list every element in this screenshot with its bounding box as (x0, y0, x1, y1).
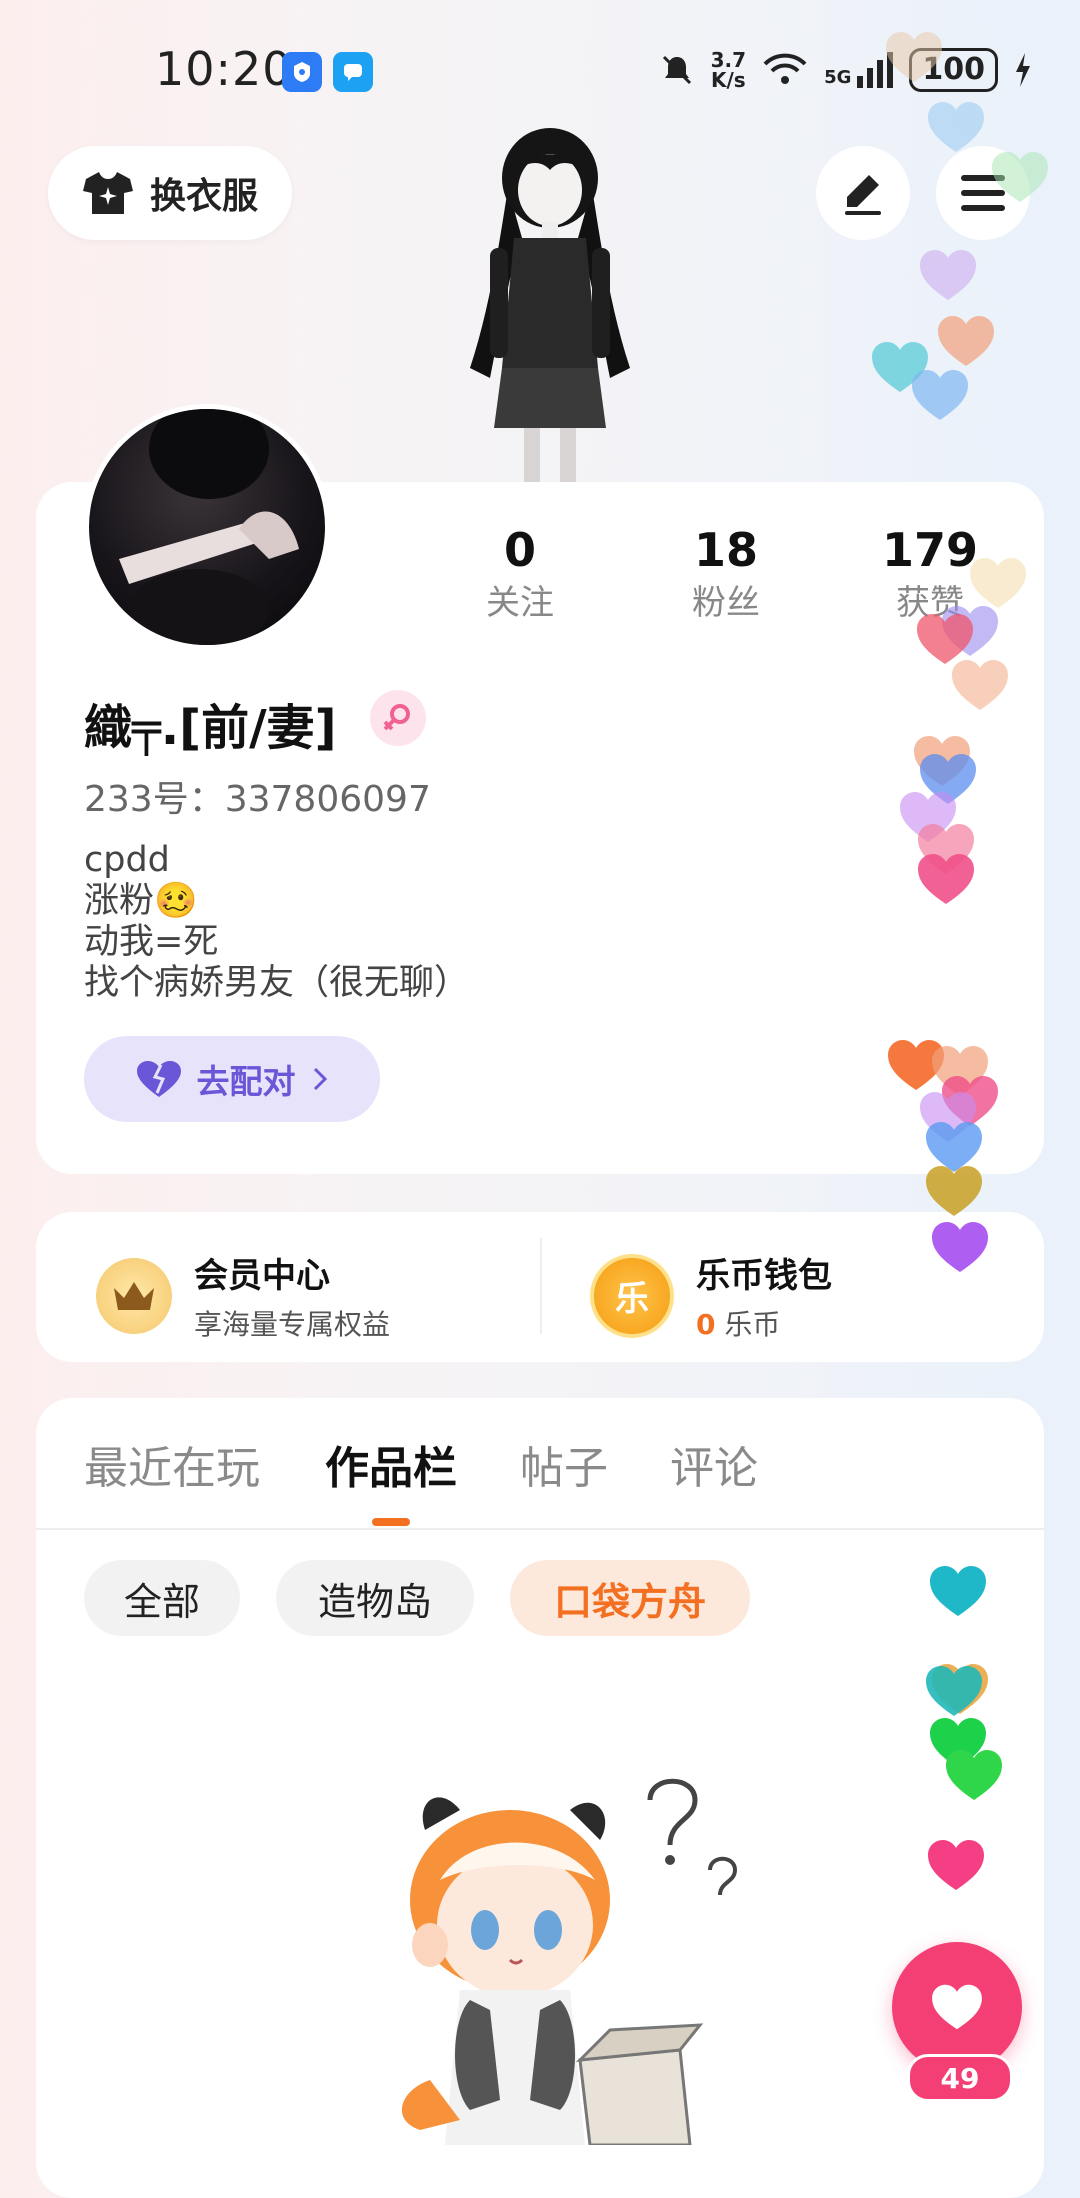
chevron-right-icon (313, 1067, 327, 1091)
bio-line: cpdd (84, 840, 170, 880)
heart-icon (912, 370, 968, 420)
heart-icon (932, 1222, 988, 1272)
bio-line: 涨粉🥴 (84, 881, 198, 921)
female-gender-icon (370, 690, 426, 746)
followers-stat[interactable]: 18 粉丝 (656, 520, 796, 626)
tab-divider (36, 1528, 1044, 1530)
heart-icon (992, 152, 1048, 202)
filter-chip-pocket-ark[interactable]: 口袋方舟 (510, 1560, 750, 1636)
broken-heart-icon (136, 1061, 181, 1097)
heart-icon (918, 854, 974, 904)
cell-signal-icon: 5G (824, 52, 894, 88)
user-id: 233号：337806097 (84, 779, 431, 820)
bio-line: 找个病娇男友（很无聊） (84, 963, 470, 1003)
wifi-icon (763, 53, 807, 84)
services-divider (540, 1238, 542, 1334)
change-outfit-button[interactable]: 换衣服 (48, 146, 292, 240)
app-notification-icon (282, 52, 322, 92)
empty-state-mascot-illustration (401, 1778, 738, 2145)
heart-icon (920, 250, 976, 300)
vip-subtitle: 享海量专属权益 (194, 1308, 391, 1341)
bio-line: 动我=死 (84, 922, 219, 962)
wallet-entry[interactable]: 乐 乐币钱包 0 乐币 (590, 1248, 832, 1343)
followers-count: 18 (693, 523, 758, 577)
charging-icon (1016, 53, 1030, 87)
following-stat[interactable]: 0 关注 (450, 520, 590, 626)
filter-chip-all[interactable]: 全部 (84, 1560, 240, 1636)
match-label: 去配对 (196, 1062, 296, 1101)
following-count: 0 (503, 523, 536, 577)
chat-notification-icon (333, 52, 373, 92)
heart-icon (932, 1984, 982, 2030)
heart-icon (926, 1166, 982, 1216)
like-count-badge: 49 (907, 2054, 1013, 2102)
filter-chip-creation-island[interactable]: 造物岛 (276, 1560, 474, 1636)
username: 織╤.[前/妻] (84, 700, 337, 756)
pen-icon (845, 175, 881, 215)
crown-icon (96, 1257, 172, 1334)
tshirt-icon (82, 172, 133, 214)
wallet-unit: 乐币 (724, 1308, 781, 1341)
avatar[interactable] (84, 404, 330, 650)
heart-icon (926, 1666, 982, 1716)
heart-icon (938, 316, 994, 366)
heart-icon (928, 102, 984, 152)
heart-icon (952, 660, 1008, 710)
tab-posts[interactable]: 帖子 (520, 1432, 608, 1496)
avatar-character-image[interactable] (430, 128, 670, 483)
heart-icon (946, 1750, 1002, 1800)
following-label: 关注 (486, 583, 554, 623)
tab-recently-played[interactable]: 最近在玩 (84, 1432, 260, 1496)
like-button[interactable] (892, 1942, 1022, 2072)
active-tab-indicator (372, 1518, 410, 1526)
heart-icon (886, 32, 942, 82)
edit-profile-button[interactable] (816, 146, 910, 240)
tab-works[interactable]: 作品栏 (325, 1432, 457, 1496)
bio: cpdd 涨粉🥴 动我=死 找个病娇男友（很无聊） (84, 840, 469, 1004)
wallet-title: 乐币钱包 (696, 1256, 832, 1296)
heart-icon (928, 1840, 984, 1890)
vip-center-entry[interactable]: 会员中心 享海量专属权益 (96, 1248, 390, 1343)
vip-title: 会员中心 (194, 1256, 330, 1296)
lebi-coin-icon: 乐 (590, 1253, 674, 1338)
wallet-balance: 0 乐币 (696, 1303, 832, 1343)
change-outfit-label: 换衣服 (149, 176, 258, 217)
tab-comments[interactable]: 评论 (670, 1432, 758, 1496)
net-speed: 3.7 K/s (710, 48, 747, 92)
heart-icon (970, 558, 1026, 608)
followers-label: 粉丝 (692, 583, 760, 623)
status-indicators: 3.7 K/s 5G 100 (659, 48, 1032, 92)
heart-icon (930, 1566, 986, 1616)
match-button[interactable]: 去配对 (84, 1036, 380, 1122)
wallet-amount: 0 (696, 1308, 716, 1341)
mute-icon (662, 55, 691, 85)
status-time: 10:20 (155, 42, 293, 96)
